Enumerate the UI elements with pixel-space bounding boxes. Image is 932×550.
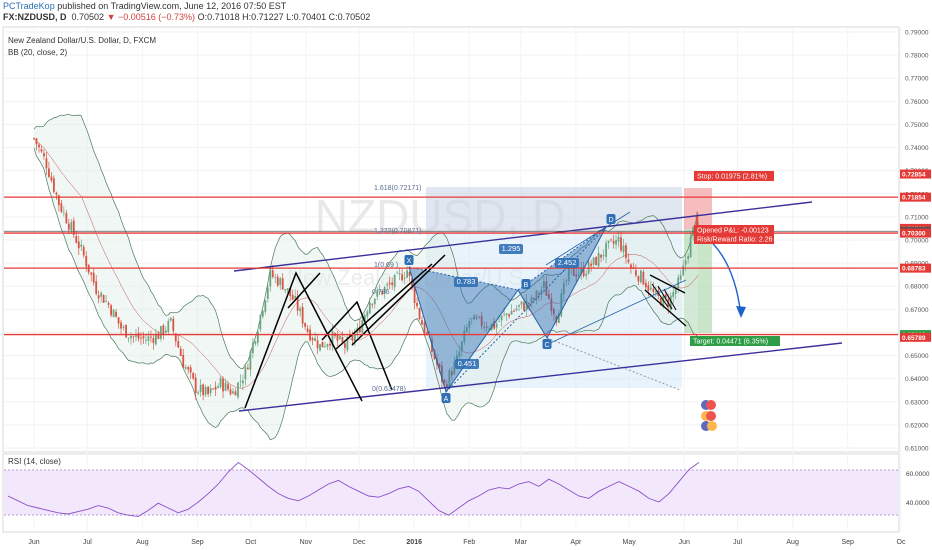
x-tick-label: Mar: [515, 539, 528, 546]
x-tick-label: 2016: [406, 539, 422, 546]
x-tick-label: Jul: [83, 539, 92, 546]
y-tick-label: 0.70000: [905, 238, 929, 245]
y-tick-label: 0.63000: [905, 399, 929, 406]
svg-text:X: X: [407, 258, 412, 265]
svg-text:Risk/Reward Ratio: 2.26: Risk/Reward Ratio: 2.26: [697, 237, 773, 244]
stop-label: Stop: 0.01975 (2.81%): [694, 171, 774, 181]
y-tick-label: 0.75000: [905, 122, 929, 129]
risk-reward-label: Risk/Reward Ratio: 2.26: [694, 234, 774, 244]
price-tag-text: 0.70300: [902, 231, 926, 238]
svg-text:D: D: [608, 217, 613, 224]
y-tick-label: 0.65000: [905, 353, 929, 360]
candle: [640, 269, 642, 284]
fib-label: 1.272(0.70871): [374, 228, 421, 235]
price-tag-text: 0.65789: [902, 335, 926, 342]
y-tick-label: 0.61000: [905, 446, 929, 453]
svg-text:0.783: 0.783: [457, 277, 476, 286]
ratio-label: 1.295: [499, 244, 523, 254]
x-tick-label: Jul: [733, 539, 742, 546]
x-tick-label: Jun: [679, 539, 690, 546]
svg-text:2.452: 2.452: [558, 258, 577, 267]
price-tag-text: 0.71854: [902, 195, 926, 202]
rsi-band: [4, 470, 898, 515]
svg-text:1.295: 1.295: [502, 244, 521, 253]
pattern-point-label: D: [606, 214, 616, 224]
candle: [418, 307, 421, 321]
y-tick-label: 0.64000: [905, 376, 929, 383]
svg-text:A: A: [444, 396, 449, 403]
event-icon[interactable]: [706, 411, 716, 421]
pattern-point-label: B: [521, 279, 531, 289]
candle: [259, 314, 262, 333]
candle: [237, 381, 239, 400]
ratio-label: 2.452: [555, 258, 579, 268]
target-label: Target: 0.04471 (6.35%): [690, 336, 780, 346]
x-tick-label: Jun: [28, 539, 39, 546]
price-tag-text: 0.68783: [902, 266, 926, 273]
ratio-label: 0.451: [455, 359, 479, 369]
candle: [102, 294, 105, 303]
fib-label: 1(0.69 ): [374, 262, 398, 269]
fib-label: 0(0.63478): [372, 386, 406, 393]
fib-label: 0.786: [372, 289, 390, 296]
svg-text:Stop: 0.01975 (2.81%): Stop: 0.01975 (2.81%): [697, 174, 767, 181]
candle: [642, 269, 645, 285]
event-icon[interactable]: [706, 400, 716, 410]
candle: [125, 324, 127, 338]
y-tick-label: 0.67000: [905, 307, 929, 314]
y-tick-label: 0.74000: [905, 145, 929, 152]
instrument-legend: New Zealand Dollar/U.S. Dollar, D, FXCM: [8, 36, 156, 45]
pattern-point-label: A: [441, 393, 451, 403]
ratio-label: 0.783: [454, 277, 478, 287]
rsi-tick-40: 40.0000: [906, 500, 930, 507]
time-axis[interactable]: Jun Jul Aug Sep Oct Nov Dec 2016 Feb Mar Apr May Jun…: [28, 539, 906, 546]
event-icons[interactable]: [701, 400, 717, 431]
y-tick-label: 0.71000: [905, 214, 929, 221]
x-tick-label: Apr: [570, 539, 582, 546]
chart-canvas[interactable]: NZDUSD, D New Zealand Dollar/U.S. Dollar: [0, 0, 932, 550]
x-tick-label: Oc: [897, 539, 906, 546]
price-tags: 0.728540.718540.705020.703790.703000.687…: [900, 169, 931, 342]
rsi-tick-60: 60.0000: [906, 471, 930, 478]
candle: [219, 376, 222, 389]
x-tick-label: Feb: [463, 539, 475, 546]
x-tick-label: May: [623, 539, 637, 546]
price-axis[interactable]: 0.79000 0.78000 0.77000 0.76000 0.75000 0.740…: [905, 30, 929, 453]
x-tick-label: Aug: [136, 539, 149, 546]
fib-label: 1.618(0.72171): [374, 185, 421, 192]
candle: [321, 341, 324, 348]
y-tick-label: 0.79000: [905, 30, 929, 37]
event-icon[interactable]: [707, 421, 717, 431]
svg-text:C: C: [544, 342, 549, 349]
svg-text:Target: 0.04471 (6.35%): Target: 0.04471 (6.35%): [693, 339, 768, 346]
price-tag-text: 0.72854: [902, 172, 926, 179]
candle: [112, 308, 115, 318]
y-tick-label: 0.62000: [905, 422, 929, 429]
y-tick-label: 0.76000: [905, 99, 929, 106]
pattern-point-label: X: [404, 255, 414, 265]
y-tick-label: 0.78000: [905, 53, 929, 60]
rsi-legend: RSI (14, close): [8, 457, 61, 466]
svg-text:Opened P&L: -0.00123: Opened P&L: -0.00123: [697, 228, 769, 235]
svg-text:0.451: 0.451: [458, 359, 477, 368]
x-tick-label: Nov: [300, 539, 313, 546]
x-tick-label: Sep: [841, 539, 854, 546]
pattern-point-label: C: [542, 339, 552, 349]
x-tick-label: Oct: [245, 539, 256, 546]
x-tick-label: Dec: [353, 539, 366, 546]
svg-text:B: B: [524, 282, 529, 289]
x-tick-label: Sep: [191, 539, 204, 546]
y-tick-label: 0.68000: [905, 284, 929, 291]
candle: [595, 256, 598, 266]
opened-pl-label: Opened P&L: -0.00123: [694, 225, 774, 235]
y-tick-label: 0.77000: [905, 76, 929, 83]
bb-legend: BB (20, close, 2): [8, 48, 67, 57]
x-tick-label: Aug: [786, 539, 799, 546]
